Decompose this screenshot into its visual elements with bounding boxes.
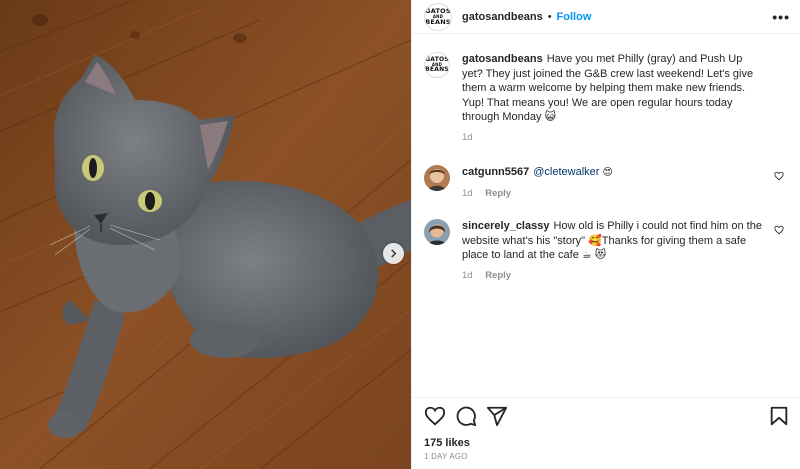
like-comment-heart-icon[interactable]: [774, 225, 784, 235]
comment-username[interactable]: sincerely_classy: [462, 220, 549, 232]
comment-item: sincerely_classy How old is Philly i coul…: [424, 219, 784, 283]
avatar-photo-icon: [424, 219, 450, 245]
account-username[interactable]: gatosandbeans: [462, 11, 543, 23]
comment-item: catgunn5567 @cletewalker 😍 1d Reply: [424, 165, 784, 201]
reply-button[interactable]: Reply: [485, 270, 511, 281]
caption-time: 1d: [462, 131, 473, 143]
post-image[interactable]: [0, 0, 411, 469]
comment-username[interactable]: catgunn5567: [462, 166, 529, 178]
follow-button[interactable]: Follow: [557, 11, 592, 23]
comment-meta: 1d Reply: [462, 269, 764, 284]
action-bar: [412, 397, 800, 433]
like-comment-heart-icon[interactable]: [774, 171, 784, 181]
bookmark-icon[interactable]: [768, 405, 790, 427]
separator: •: [547, 10, 552, 23]
account-avatar[interactable]: GATOS AND BEANS: [424, 2, 452, 31]
caption: GATOS AND BEANS gatosandbeans Have you me…: [424, 52, 784, 145]
logo-line-3: BEANS: [425, 17, 451, 26]
comment-body: sincerely_classy How old is Philly i coul…: [462, 219, 784, 283]
caption-avatar[interactable]: GATOS AND BEANS: [424, 52, 450, 78]
more-options-icon[interactable]: •••: [772, 9, 790, 25]
caption-username[interactable]: gatosandbeans: [462, 53, 543, 65]
comment-time: 1d: [462, 187, 473, 199]
post-date: 1 DAY AGO: [424, 452, 468, 461]
instagram-post: GATOS AND BEANS gatosandbeans • Follow •…: [0, 0, 800, 469]
comment-body: catgunn5567 @cletewalker 😍 1d Reply: [462, 165, 784, 201]
commenter-avatar[interactable]: [424, 165, 450, 191]
cat-photo: [0, 0, 411, 469]
comments-section: GATOS AND BEANS gatosandbeans Have you me…: [412, 34, 800, 397]
next-image-button[interactable]: [383, 243, 404, 264]
caption-body: gatosandbeans Have you met Philly (gray) …: [462, 52, 784, 145]
commenter-avatar[interactable]: [424, 219, 450, 245]
caption-logo-line-3: BEANS: [425, 66, 449, 73]
comment-icon[interactable]: [455, 405, 477, 427]
heart-icon[interactable]: [424, 405, 446, 427]
comment-meta: 1d Reply: [462, 187, 764, 202]
reply-button[interactable]: Reply: [485, 188, 511, 199]
avatar-photo-icon: [424, 165, 450, 191]
caption-meta: 1d: [462, 131, 764, 146]
comment-text: 😍: [602, 167, 613, 178]
comment-time: 1d: [462, 269, 473, 281]
share-icon[interactable]: [486, 405, 508, 427]
like-count[interactable]: 175 likes: [412, 433, 800, 451]
post-header: GATOS AND BEANS gatosandbeans • Follow •…: [412, 0, 800, 34]
post-panel: GATOS AND BEANS gatosandbeans • Follow •…: [411, 0, 800, 469]
comment-mention[interactable]: @cletewalker: [533, 166, 599, 178]
chevron-right-icon: [391, 249, 397, 258]
